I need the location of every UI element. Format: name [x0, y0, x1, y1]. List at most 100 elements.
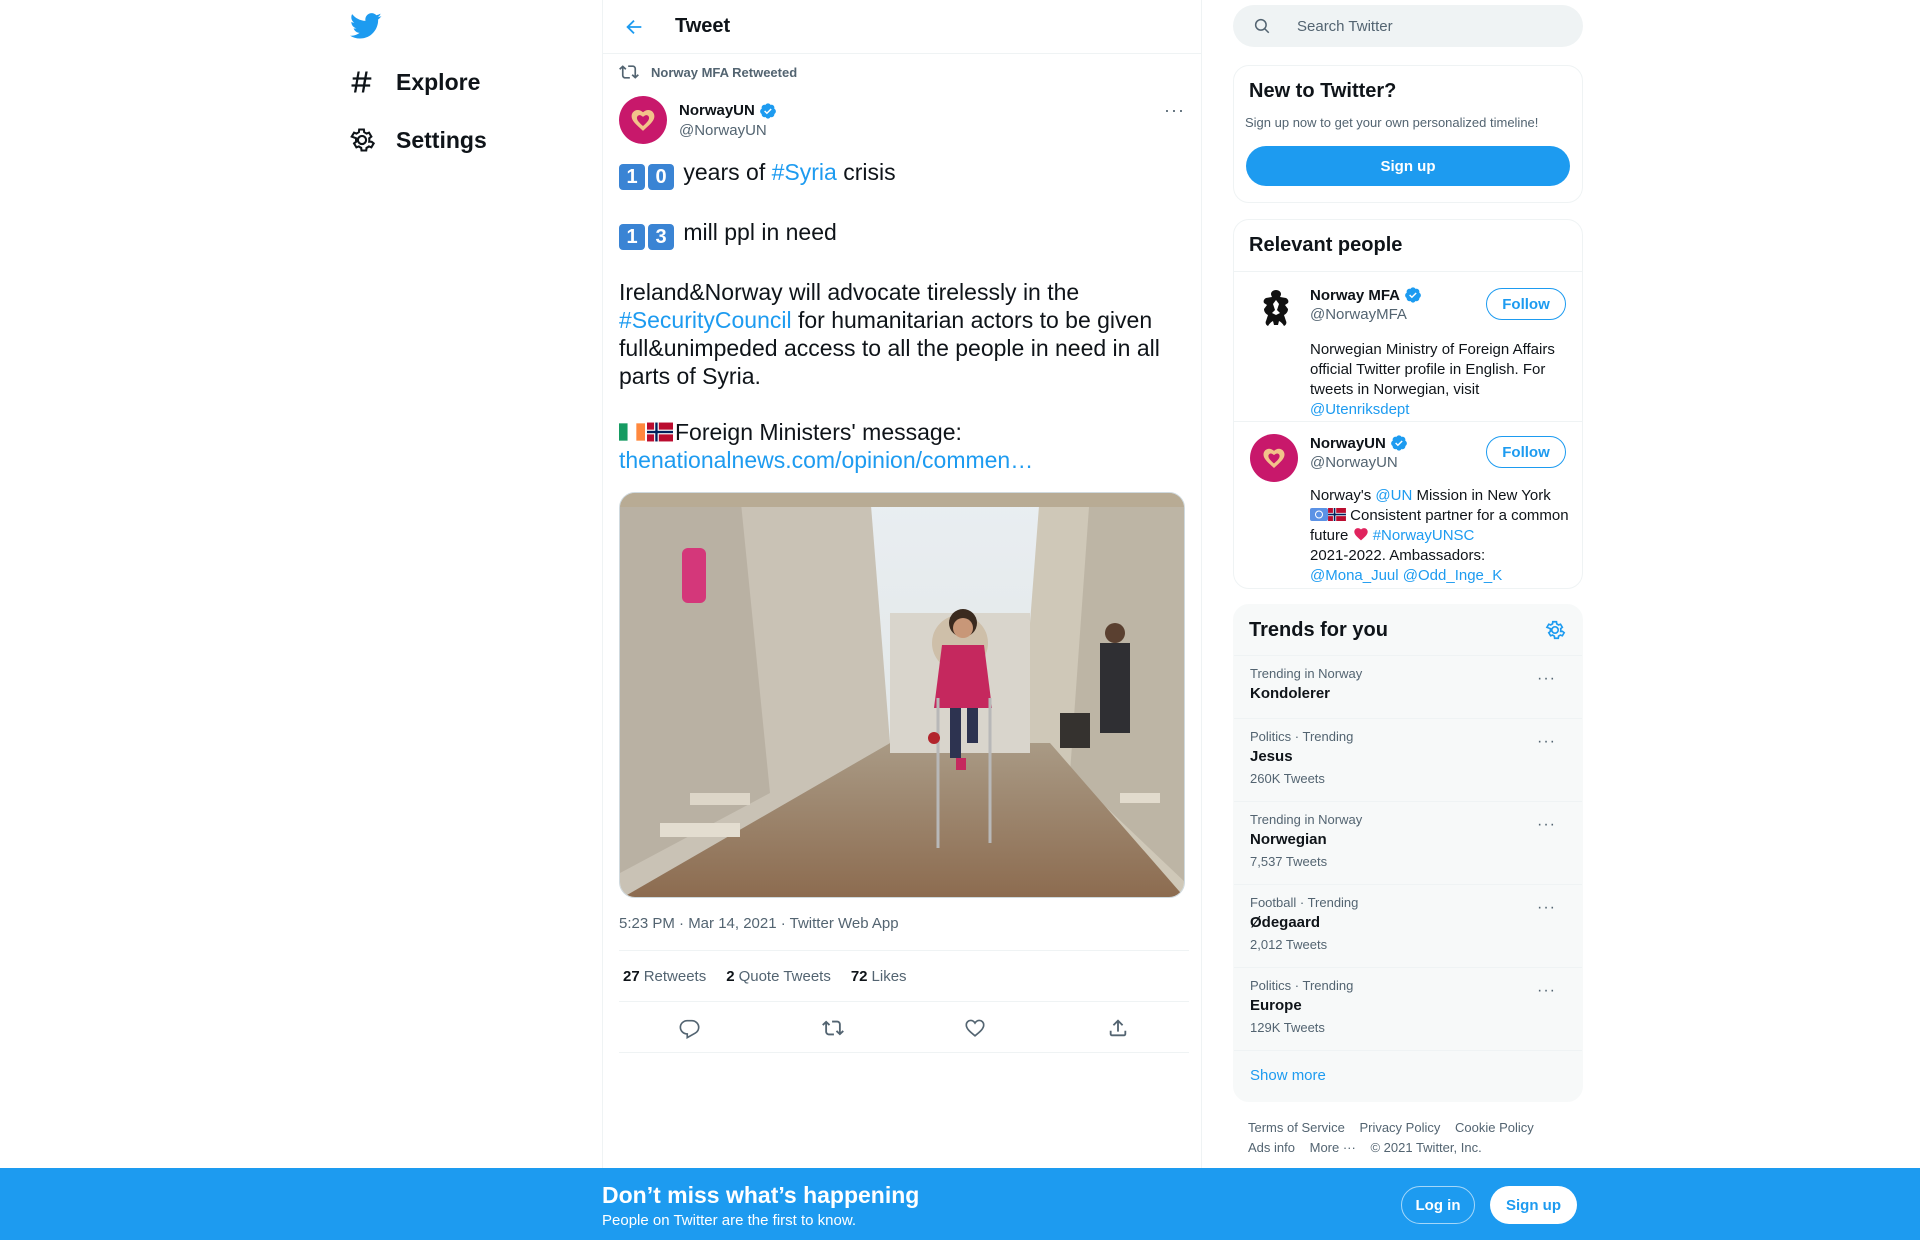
keycap-digit: 1	[619, 164, 645, 190]
more-options-icon[interactable]: ···	[1537, 899, 1556, 917]
person-bio-text: Norwegian Ministry of Foreign Affairs of…	[1310, 341, 1555, 398]
trend-count: 7,537 Tweets	[1250, 854, 1328, 869]
tweet-photo[interactable]	[619, 492, 1185, 898]
trend-item[interactable]: Trending in Norway Kondolerer ···	[1234, 655, 1582, 718]
person-norway-mfa[interactable]: Norway MFA @NorwayMFA Follow Norwegian M…	[1234, 271, 1582, 421]
keycap-digit: 0	[648, 164, 674, 190]
hashtag-link[interactable]: #SecurityCouncil	[619, 307, 792, 333]
new-to-twitter-subtitle: Sign up now to get your own personalized…	[1245, 115, 1539, 130]
lion-crest-icon[interactable]	[1256, 286, 1296, 334]
trend-count: 129K Tweets	[1250, 1020, 1325, 1035]
person-name[interactable]: Norway MFA	[1310, 287, 1400, 304]
trend-item[interactable]: Football · Trending Ødegaard 2,012 Tweet…	[1234, 884, 1582, 967]
tweet-author[interactable]: NorwayUN @NorwayUN	[619, 96, 777, 144]
tweet-text-segment: Foreign Ministers' message:	[675, 419, 962, 445]
trend-category: Trending in Norway	[1250, 812, 1363, 827]
more-options-icon[interactable]: ···	[1537, 816, 1556, 834]
follow-button[interactable]: Follow	[1486, 436, 1566, 468]
person-name[interactable]: NorwayUN	[1310, 435, 1386, 452]
trends-settings-gear-icon[interactable]	[1544, 619, 1566, 641]
un-flag-icon	[1310, 508, 1328, 521]
quote-tweets-count: 2	[726, 967, 735, 985]
person-norwayun[interactable]: NorwayUN @NorwayUN Follow Norway's @UN M…	[1234, 421, 1582, 589]
mention-link[interactable]: @Odd_Inge_K	[1403, 567, 1502, 584]
bottom-bar-subtitle: People on Twitter are the first to know.	[602, 1212, 857, 1229]
trend-category: Football · Trending	[1250, 895, 1359, 910]
person-bio: Norwegian Ministry of Foreign Affairs of…	[1310, 340, 1572, 420]
person-bio-text: 2021-2022. Ambassadors:	[1310, 547, 1486, 564]
sidebar-signup-button[interactable]: Sign up	[1246, 146, 1570, 186]
verified-badge-icon	[1405, 287, 1421, 303]
person-handle[interactable]: @NorwayMFA	[1310, 306, 1422, 323]
share-icon[interactable]	[1107, 1017, 1129, 1039]
like-icon[interactable]	[964, 1017, 986, 1039]
likes-stat[interactable]: 72 Likes	[851, 968, 907, 985]
trends-card: Trends for you Trending in Norway Kondol…	[1233, 604, 1583, 1102]
heart-logo-icon	[631, 110, 655, 131]
tweet-stats: 27 Retweets 2 Quote Tweets 72 Likes	[619, 950, 1189, 1002]
trend-item[interactable]: Trending in Norway Norwegian 7,537 Tweet…	[1234, 801, 1582, 884]
cookie-link[interactable]: Cookie Policy	[1455, 1120, 1534, 1135]
new-to-twitter-title: New to Twitter?	[1249, 80, 1397, 102]
retweeted-by[interactable]: Norway MFA Retweeted	[619, 62, 797, 82]
privacy-link[interactable]: Privacy Policy	[1359, 1120, 1440, 1135]
retweets-count: 27	[623, 967, 640, 985]
tweet-timestamp[interactable]: 5:23 PM · Mar 14, 2021 · Twitter Web App	[619, 915, 899, 932]
external-link[interactable]: thenationalnews.com/opinion/commen…	[619, 447, 1033, 473]
author-handle[interactable]: @NorwayUN	[679, 122, 777, 139]
more-options-icon[interactable]: ···	[1164, 100, 1185, 121]
person-bio: Norway's @UN Mission in New York Consist…	[1310, 486, 1572, 586]
relevant-people-card: Relevant people Norway MFA @NorwayMFA Fo…	[1233, 219, 1583, 589]
twitter-logo-icon[interactable]	[348, 10, 384, 42]
mention-link[interactable]: @Mona_Juul	[1310, 567, 1399, 584]
new-to-twitter-card: New to Twitter? Sign up now to get your …	[1233, 65, 1583, 203]
avatar[interactable]	[619, 96, 667, 144]
more-options-icon[interactable]: ···	[1537, 982, 1556, 1000]
more-link[interactable]: More ···	[1310, 1140, 1356, 1155]
back-arrow-icon[interactable]	[623, 16, 645, 38]
reply-icon[interactable]	[679, 1017, 701, 1039]
person-handle[interactable]: @NorwayUN	[1310, 454, 1408, 471]
trend-item[interactable]: Politics · Trending Jesus 260K Tweets ··…	[1234, 718, 1582, 801]
copyright: © 2021 Twitter, Inc.	[1370, 1140, 1482, 1155]
tweet-text-segment: Ireland&Norway will advocate tirelessly …	[619, 279, 1080, 305]
login-button[interactable]: Log in	[1401, 1186, 1475, 1224]
bottom-signup-bar: Don’t miss what’s happening People on Tw…	[0, 1168, 1920, 1240]
nav-explore[interactable]: Explore	[348, 68, 480, 96]
more-options-icon[interactable]: ···	[1537, 670, 1556, 688]
mention-link[interactable]: @Utenriksdept	[1310, 401, 1409, 418]
nav-settings[interactable]: Settings	[348, 126, 487, 154]
trend-category: Politics · Trending	[1250, 978, 1354, 993]
trend-category: Trending in Norway	[1250, 666, 1363, 681]
tweet-column: Tweet Norway MFA Retweeted NorwayUN @Nor…	[602, 0, 1202, 1170]
nav-settings-label: Settings	[396, 126, 487, 153]
show-more-link[interactable]: Show more	[1234, 1050, 1582, 1102]
likes-count: 72	[850, 967, 868, 985]
signup-button[interactable]: Sign up	[1490, 1186, 1577, 1224]
author-name[interactable]: NorwayUN	[679, 102, 755, 119]
retweets-label: Retweets	[643, 967, 707, 985]
trend-item[interactable]: Politics · Trending Europe 129K Tweets ·…	[1234, 967, 1582, 1050]
retweet-action-icon[interactable]	[821, 1017, 844, 1039]
terms-link[interactable]: Terms of Service	[1248, 1120, 1345, 1135]
verified-badge-icon	[1390, 435, 1407, 451]
more-options-icon[interactable]: ···	[1537, 733, 1556, 751]
retweets-stat[interactable]: 27 Retweets	[623, 968, 706, 985]
quote-tweets-stat[interactable]: 2 Quote Tweets	[726, 968, 831, 985]
search-icon	[1254, 18, 1270, 34]
keycap-digit: 3	[648, 224, 674, 250]
keycap-digit: 1	[619, 224, 645, 250]
heart-emoji-icon	[1353, 528, 1368, 541]
follow-button[interactable]: Follow	[1486, 288, 1566, 320]
hashtag-link[interactable]: #Syria	[772, 159, 837, 185]
search-input[interactable]: Search Twitter	[1297, 18, 1393, 35]
mention-link[interactable]: @UN	[1375, 487, 1412, 504]
trend-count: 2,012 Tweets	[1250, 937, 1328, 952]
ads-info-link[interactable]: Ads info	[1248, 1140, 1295, 1155]
gear-icon	[350, 128, 376, 152]
search-bar[interactable]: Search Twitter	[1233, 5, 1583, 47]
trends-title: Trends for you	[1249, 619, 1388, 641]
hashtag-link[interactable]: #NorwayUNSC	[1373, 527, 1475, 544]
tweet-header: Tweet	[603, 0, 1201, 54]
avatar[interactable]	[1250, 434, 1298, 482]
